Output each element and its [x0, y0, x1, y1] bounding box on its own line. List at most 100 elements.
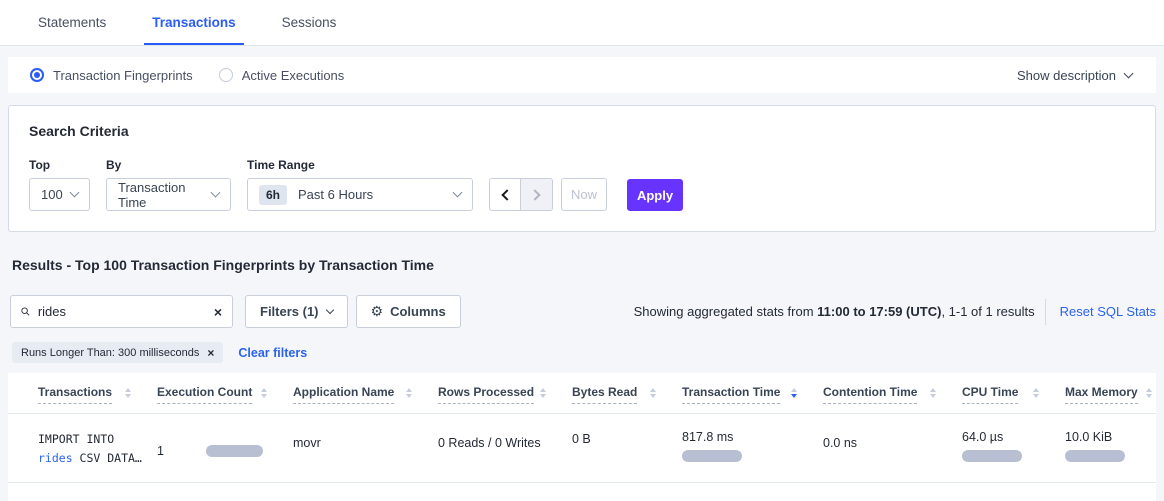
tab-transactions[interactable]: Transactions — [136, 0, 251, 45]
column-header-label[interactable]: CPU Time — [962, 385, 1018, 404]
column-header-label[interactable]: Transaction Time — [682, 385, 780, 404]
filters-button-label: Filters (1) — [260, 304, 319, 319]
chevron-down-icon — [325, 306, 333, 314]
results-heading: Results - Top 100 Transaction Fingerprin… — [12, 257, 1152, 273]
search-box[interactable]: × — [10, 295, 233, 328]
radio-label: Active Executions — [242, 68, 345, 83]
column-header-transactions[interactable]: Transactions — [38, 385, 157, 404]
bytes-read-cell: 0 B — [572, 430, 682, 468]
search-input[interactable] — [38, 304, 214, 319]
stats-prefix: Showing aggregated stats from — [634, 304, 818, 319]
cpu-time-value: 64.0 µs — [962, 430, 1065, 444]
transaction-fingerprint-cell[interactable]: IMPORT INTO rides CSV DATA… — [38, 430, 157, 468]
stats-suffix: , 1-1 of 1 results — [941, 304, 1034, 319]
clear-filters-link[interactable]: Clear filters — [238, 346, 307, 360]
view-toggle-row: Transaction Fingerprints Active Executio… — [8, 57, 1156, 93]
top-field: Top 100 — [29, 158, 90, 211]
radio-label: Transaction Fingerprints — [53, 68, 193, 83]
column-header-max-memory[interactable]: Max Memory — [1065, 385, 1156, 404]
filter-pill-label: Runs Longer Than: 300 milliseconds — [21, 347, 199, 359]
time-range-badge: 6h — [259, 185, 287, 205]
radio-selected-icon — [30, 68, 44, 82]
column-header-application-name[interactable]: Application Name — [293, 385, 438, 404]
top-select-value: 100 — [41, 187, 63, 202]
reset-sql-stats-link[interactable]: Reset SQL Stats — [1060, 304, 1156, 319]
now-button[interactable]: Now — [561, 178, 607, 211]
column-header-cpu-time[interactable]: CPU Time — [962, 385, 1065, 404]
column-header-transaction-time[interactable]: Transaction Time — [682, 385, 823, 404]
sort-icon[interactable] — [791, 388, 797, 398]
sort-icon[interactable] — [540, 388, 546, 398]
by-label: By — [106, 158, 231, 172]
radio-unselected-icon — [219, 68, 233, 82]
aggregated-stats-text: Showing aggregated stats from 11:00 to 1… — [634, 299, 1156, 325]
radio-active-executions[interactable]: Active Executions — [219, 68, 345, 83]
table-row[interactable]: IMPORT INTO rides CSV DATA… 1 movr 0 Rea… — [8, 414, 1156, 483]
search-criteria-title: Search Criteria — [29, 123, 1135, 139]
execution-count-cell: 1 — [157, 434, 293, 468]
sort-icon[interactable] — [125, 388, 131, 398]
sql-activity-page: Statements Transactions Sessions Transac… — [0, 0, 1164, 501]
max-memory-value: 10.0 KiB — [1065, 430, 1156, 444]
sort-icon[interactable] — [930, 388, 936, 398]
by-select-value: Transaction Time — [118, 180, 212, 210]
time-range-value: Past 6 Hours — [298, 187, 373, 202]
bytes-read-value: 0 B — [572, 432, 591, 446]
results-table: Transactions Execution Count Application… — [8, 373, 1156, 501]
filter-pill: Runs Longer Than: 300 milliseconds × — [12, 342, 223, 363]
column-header-bytes-read[interactable]: Bytes Read — [572, 385, 682, 404]
search-criteria-form: Top 100 By Transaction Time Time Range 6… — [29, 158, 1135, 211]
show-description-toggle[interactable]: Show description — [1017, 68, 1132, 83]
arrow-left-icon — [501, 189, 512, 200]
column-header-label[interactable]: Rows Processed — [438, 385, 534, 404]
sql-statement-line1: IMPORT INTO — [38, 430, 157, 449]
tab-sessions[interactable]: Sessions — [266, 0, 353, 45]
sort-icon[interactable] — [406, 388, 412, 398]
cpu-time-bar — [962, 450, 1022, 462]
chevron-down-icon — [453, 188, 463, 198]
transaction-time-bar — [682, 450, 742, 462]
rows-processed-value: 0 Reads / 0 Writes — [438, 436, 541, 450]
column-header-execution-count[interactable]: Execution Count — [157, 385, 293, 404]
application-name-value: movr — [293, 436, 321, 450]
contention-time-value: 0.0 ns — [823, 436, 857, 450]
tab-statements[interactable]: Statements — [22, 0, 122, 45]
contention-time-cell: 0.0 ns — [823, 430, 962, 468]
rows-processed-cell: 0 Reads / 0 Writes — [438, 430, 572, 468]
sql-activity-tabbar: Statements Transactions Sessions — [0, 0, 1164, 46]
time-range-select[interactable]: 6h Past 6 Hours — [247, 178, 473, 211]
column-header-label[interactable]: Max Memory — [1065, 385, 1138, 404]
radio-transaction-fingerprints[interactable]: Transaction Fingerprints — [30, 68, 193, 83]
column-header-label[interactable]: Bytes Read — [572, 385, 637, 404]
arrow-right-icon — [529, 189, 540, 200]
column-header-rows-processed[interactable]: Rows Processed — [438, 385, 572, 404]
top-select[interactable]: 100 — [29, 178, 90, 211]
remove-filter-icon[interactable]: × — [207, 346, 214, 360]
sort-icon[interactable] — [1146, 388, 1152, 398]
sql-statement-line2: rides CSV DATA… — [38, 449, 157, 468]
clear-search-icon[interactable]: × — [214, 305, 222, 319]
sort-icon[interactable] — [650, 388, 656, 398]
sql-table-link[interactable]: rides — [38, 451, 73, 465]
previous-time-range-button[interactable] — [489, 178, 521, 211]
time-range-field: Time Range 6h Past 6 Hours — [247, 158, 473, 211]
sort-icon[interactable] — [1033, 388, 1039, 398]
column-header-label[interactable]: Transactions — [38, 385, 112, 404]
column-header-label[interactable]: Application Name — [293, 385, 394, 404]
results-toolbar: × Filters (1) ⚙ Columns Showing aggregat… — [10, 295, 1156, 328]
column-header-label[interactable]: Execution Count — [157, 385, 252, 404]
stats-time-range: 11:00 to 17:59 (UTC) — [817, 304, 941, 319]
table-header-row: Transactions Execution Count Application… — [8, 385, 1156, 414]
columns-button[interactable]: ⚙ Columns — [356, 295, 461, 328]
filters-button[interactable]: Filters (1) — [245, 295, 348, 328]
column-header-contention-time[interactable]: Contention Time — [823, 385, 962, 404]
application-name-cell: movr — [293, 430, 438, 468]
cpu-time-cell: 64.0 µs — [962, 430, 1065, 468]
column-header-label[interactable]: Contention Time — [823, 385, 917, 404]
by-select[interactable]: Transaction Time — [106, 178, 231, 211]
gear-icon: ⚙ — [371, 303, 384, 320]
sort-icon[interactable] — [261, 388, 267, 398]
next-time-range-button[interactable] — [521, 178, 553, 211]
top-label: Top — [29, 158, 90, 172]
apply-button[interactable]: Apply — [627, 179, 683, 211]
